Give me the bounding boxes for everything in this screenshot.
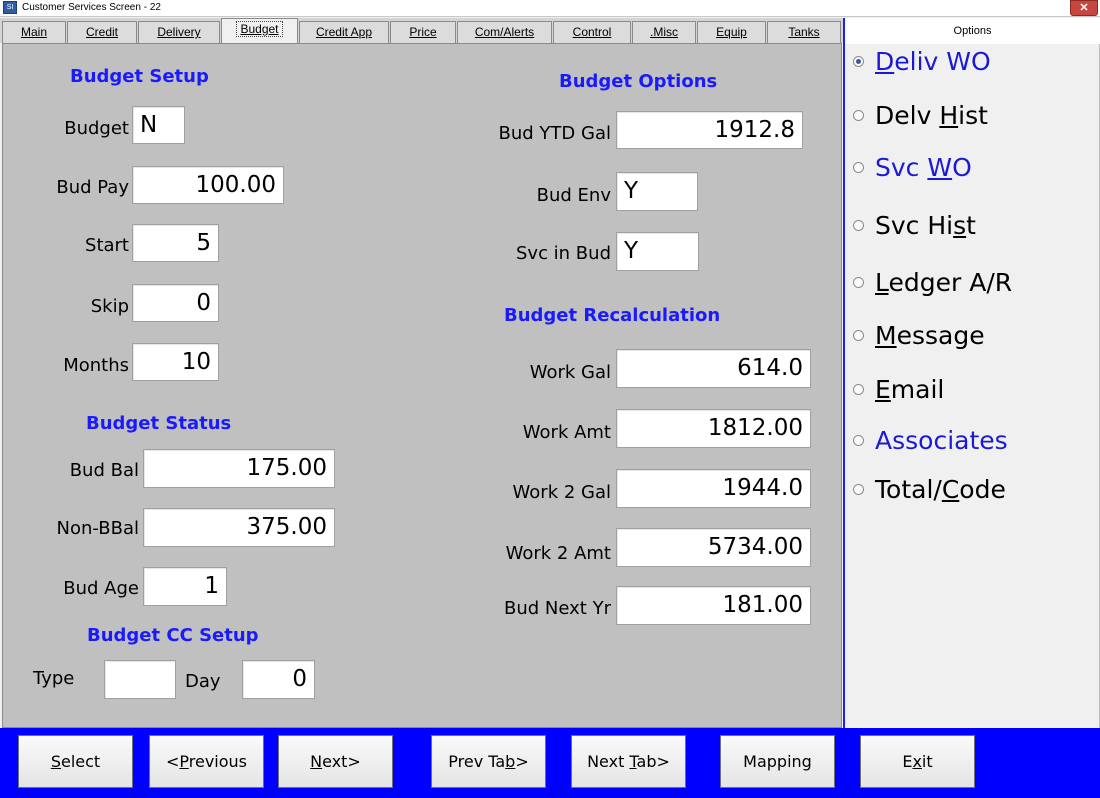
- radio-icon[interactable]: [853, 219, 864, 231]
- option-svc-hist-label: Svc Hist: [875, 210, 976, 240]
- next-button[interactable]: Next>: [278, 735, 393, 788]
- tab-equip[interactable]: Equip: [697, 21, 766, 43]
- tab-main[interactable]: Main: [2, 21, 66, 43]
- type-label: Type: [33, 668, 75, 689]
- bud-env-label: Bud Env: [536, 185, 611, 206]
- bud-bal-field[interactable]: 175.00: [143, 449, 335, 488]
- bud-pay-field[interactable]: 100.00: [132, 166, 284, 204]
- option-total-code-label: Total/Code: [875, 474, 1006, 504]
- tab-com-alerts[interactable]: Com/Alerts: [457, 21, 552, 43]
- svc-in-bud-field[interactable]: Y: [616, 232, 699, 271]
- option-message-label: Message: [875, 320, 985, 350]
- option-ledger-ar[interactable]: Ledger A/R: [853, 265, 1012, 299]
- budget-tab-panel: Budget Setup Budget N Bud Pay 100.00 Sta…: [2, 43, 842, 728]
- radio-icon[interactable]: [853, 55, 864, 67]
- button-bar: Select <Previous Next> Prev Tab> Next Ta…: [0, 728, 1100, 798]
- option-delv-hist-label: Delv Hist: [875, 100, 988, 130]
- option-email-label: Email: [875, 374, 945, 404]
- day-label: Day: [185, 671, 221, 692]
- option-ledger-ar-label: Ledger A/R: [875, 267, 1013, 297]
- day-field[interactable]: 0: [242, 660, 315, 699]
- non-bbal-label: Non-BBal: [56, 518, 139, 539]
- next-tab-button[interactable]: Next Tab>: [571, 735, 686, 788]
- option-deliv-wo-label: Deliv WO: [875, 46, 991, 76]
- tab-budget[interactable]: Budget: [221, 18, 298, 43]
- options-panel: Options Deliv WO Delv Hist Svc WO Svc Hi…: [843, 18, 1100, 730]
- work-amt-label: Work Amt: [522, 422, 611, 443]
- months-label: Months: [63, 355, 129, 376]
- select-button[interactable]: Select: [18, 735, 133, 788]
- work2-gal-label: Work 2 Gal: [512, 482, 611, 503]
- radio-icon[interactable]: [853, 276, 864, 288]
- skip-label: Skip: [90, 296, 129, 317]
- tab-price[interactable]: Price: [390, 21, 456, 43]
- work2-gal-field[interactable]: 1944.0: [616, 469, 811, 508]
- tab-delivery[interactable]: Delivery: [138, 21, 220, 43]
- tab-strip: Main Credit Delivery Budget Credit App P…: [0, 18, 843, 43]
- tab-control[interactable]: Control: [553, 21, 631, 43]
- close-button[interactable]: ✕: [1070, 0, 1098, 16]
- svc-in-bud-label: Svc in Bud: [515, 243, 611, 264]
- radio-icon[interactable]: [853, 434, 864, 446]
- previous-button[interactable]: <Previous: [149, 735, 264, 788]
- tab-tanks[interactable]: Tanks: [767, 21, 841, 43]
- bud-next-yr-label: Bud Next Yr: [504, 598, 611, 619]
- budget-cc-setup-title: Budget CC Setup: [87, 625, 259, 646]
- prev-tab-button[interactable]: Prev Tab>: [431, 735, 546, 788]
- tab-credit-app[interactable]: Credit App: [299, 21, 389, 43]
- option-deliv-wo[interactable]: Deliv WO: [853, 44, 991, 78]
- app-icon: SI: [3, 1, 17, 14]
- budget-recalculation-title: Budget Recalculation: [504, 305, 721, 326]
- budget-status-title: Budget Status: [86, 413, 232, 434]
- work-gal-field[interactable]: 614.0: [616, 349, 811, 388]
- radio-icon[interactable]: [853, 383, 864, 395]
- exit-button[interactable]: Exit: [860, 735, 975, 788]
- work2-amt-label: Work 2 Amt: [505, 543, 611, 564]
- option-message[interactable]: Message: [853, 318, 985, 352]
- tab-credit[interactable]: Credit: [67, 21, 137, 43]
- option-associates[interactable]: Associates: [853, 423, 1008, 457]
- window-title: Customer Services Screen - 22: [22, 2, 161, 13]
- options-header: Options: [845, 18, 1100, 44]
- title-bar: SI Customer Services Screen - 22 ✕: [0, 0, 1100, 17]
- start-label: Start: [85, 235, 129, 256]
- bud-bal-label: Bud Bal: [69, 460, 139, 481]
- work2-amt-field[interactable]: 5734.00: [616, 528, 811, 567]
- start-field[interactable]: 5: [132, 224, 219, 262]
- option-svc-wo-label: Svc WO: [875, 152, 972, 182]
- type-field[interactable]: [104, 660, 176, 699]
- bud-ytd-gal-field[interactable]: 1912.8: [616, 111, 803, 149]
- radio-icon[interactable]: [853, 329, 864, 341]
- months-field[interactable]: 10: [132, 343, 219, 381]
- budget-options-title: Budget Options: [559, 71, 718, 92]
- non-bbal-field[interactable]: 375.00: [143, 508, 335, 547]
- budget-field[interactable]: N: [132, 106, 185, 144]
- option-delv-hist[interactable]: Delv Hist: [853, 98, 988, 132]
- bud-age-field[interactable]: 1: [143, 567, 227, 606]
- radio-icon[interactable]: [853, 161, 864, 173]
- bud-age-label: Bud Age: [63, 578, 139, 599]
- bud-ytd-gal-label: Bud YTD Gal: [498, 123, 611, 144]
- budget-label: Budget: [64, 118, 129, 139]
- radio-icon[interactable]: [853, 109, 864, 121]
- option-svc-wo[interactable]: Svc WO: [853, 150, 972, 184]
- bud-env-field[interactable]: Y: [616, 172, 698, 211]
- bud-pay-label: Bud Pay: [56, 177, 129, 198]
- bud-next-yr-field[interactable]: 181.00: [616, 586, 811, 625]
- work-gal-label: Work Gal: [529, 362, 611, 383]
- tab-budget-label: Budget: [236, 21, 283, 37]
- budget-setup-title: Budget Setup: [70, 66, 209, 87]
- mapping-button[interactable]: Mapping: [720, 735, 835, 788]
- work-amt-field[interactable]: 1812.00: [616, 409, 811, 448]
- customer-services-window: SI Customer Services Screen - 22 ✕ Main …: [0, 0, 1100, 798]
- option-email[interactable]: Email: [853, 372, 944, 406]
- option-svc-hist[interactable]: Svc Hist: [853, 208, 976, 242]
- option-associates-label: Associates: [875, 425, 1008, 455]
- tab-misc[interactable]: .Misc: [632, 21, 696, 43]
- skip-field[interactable]: 0: [132, 284, 219, 322]
- radio-icon[interactable]: [853, 483, 864, 495]
- option-total-code[interactable]: Total/Code: [853, 472, 1006, 506]
